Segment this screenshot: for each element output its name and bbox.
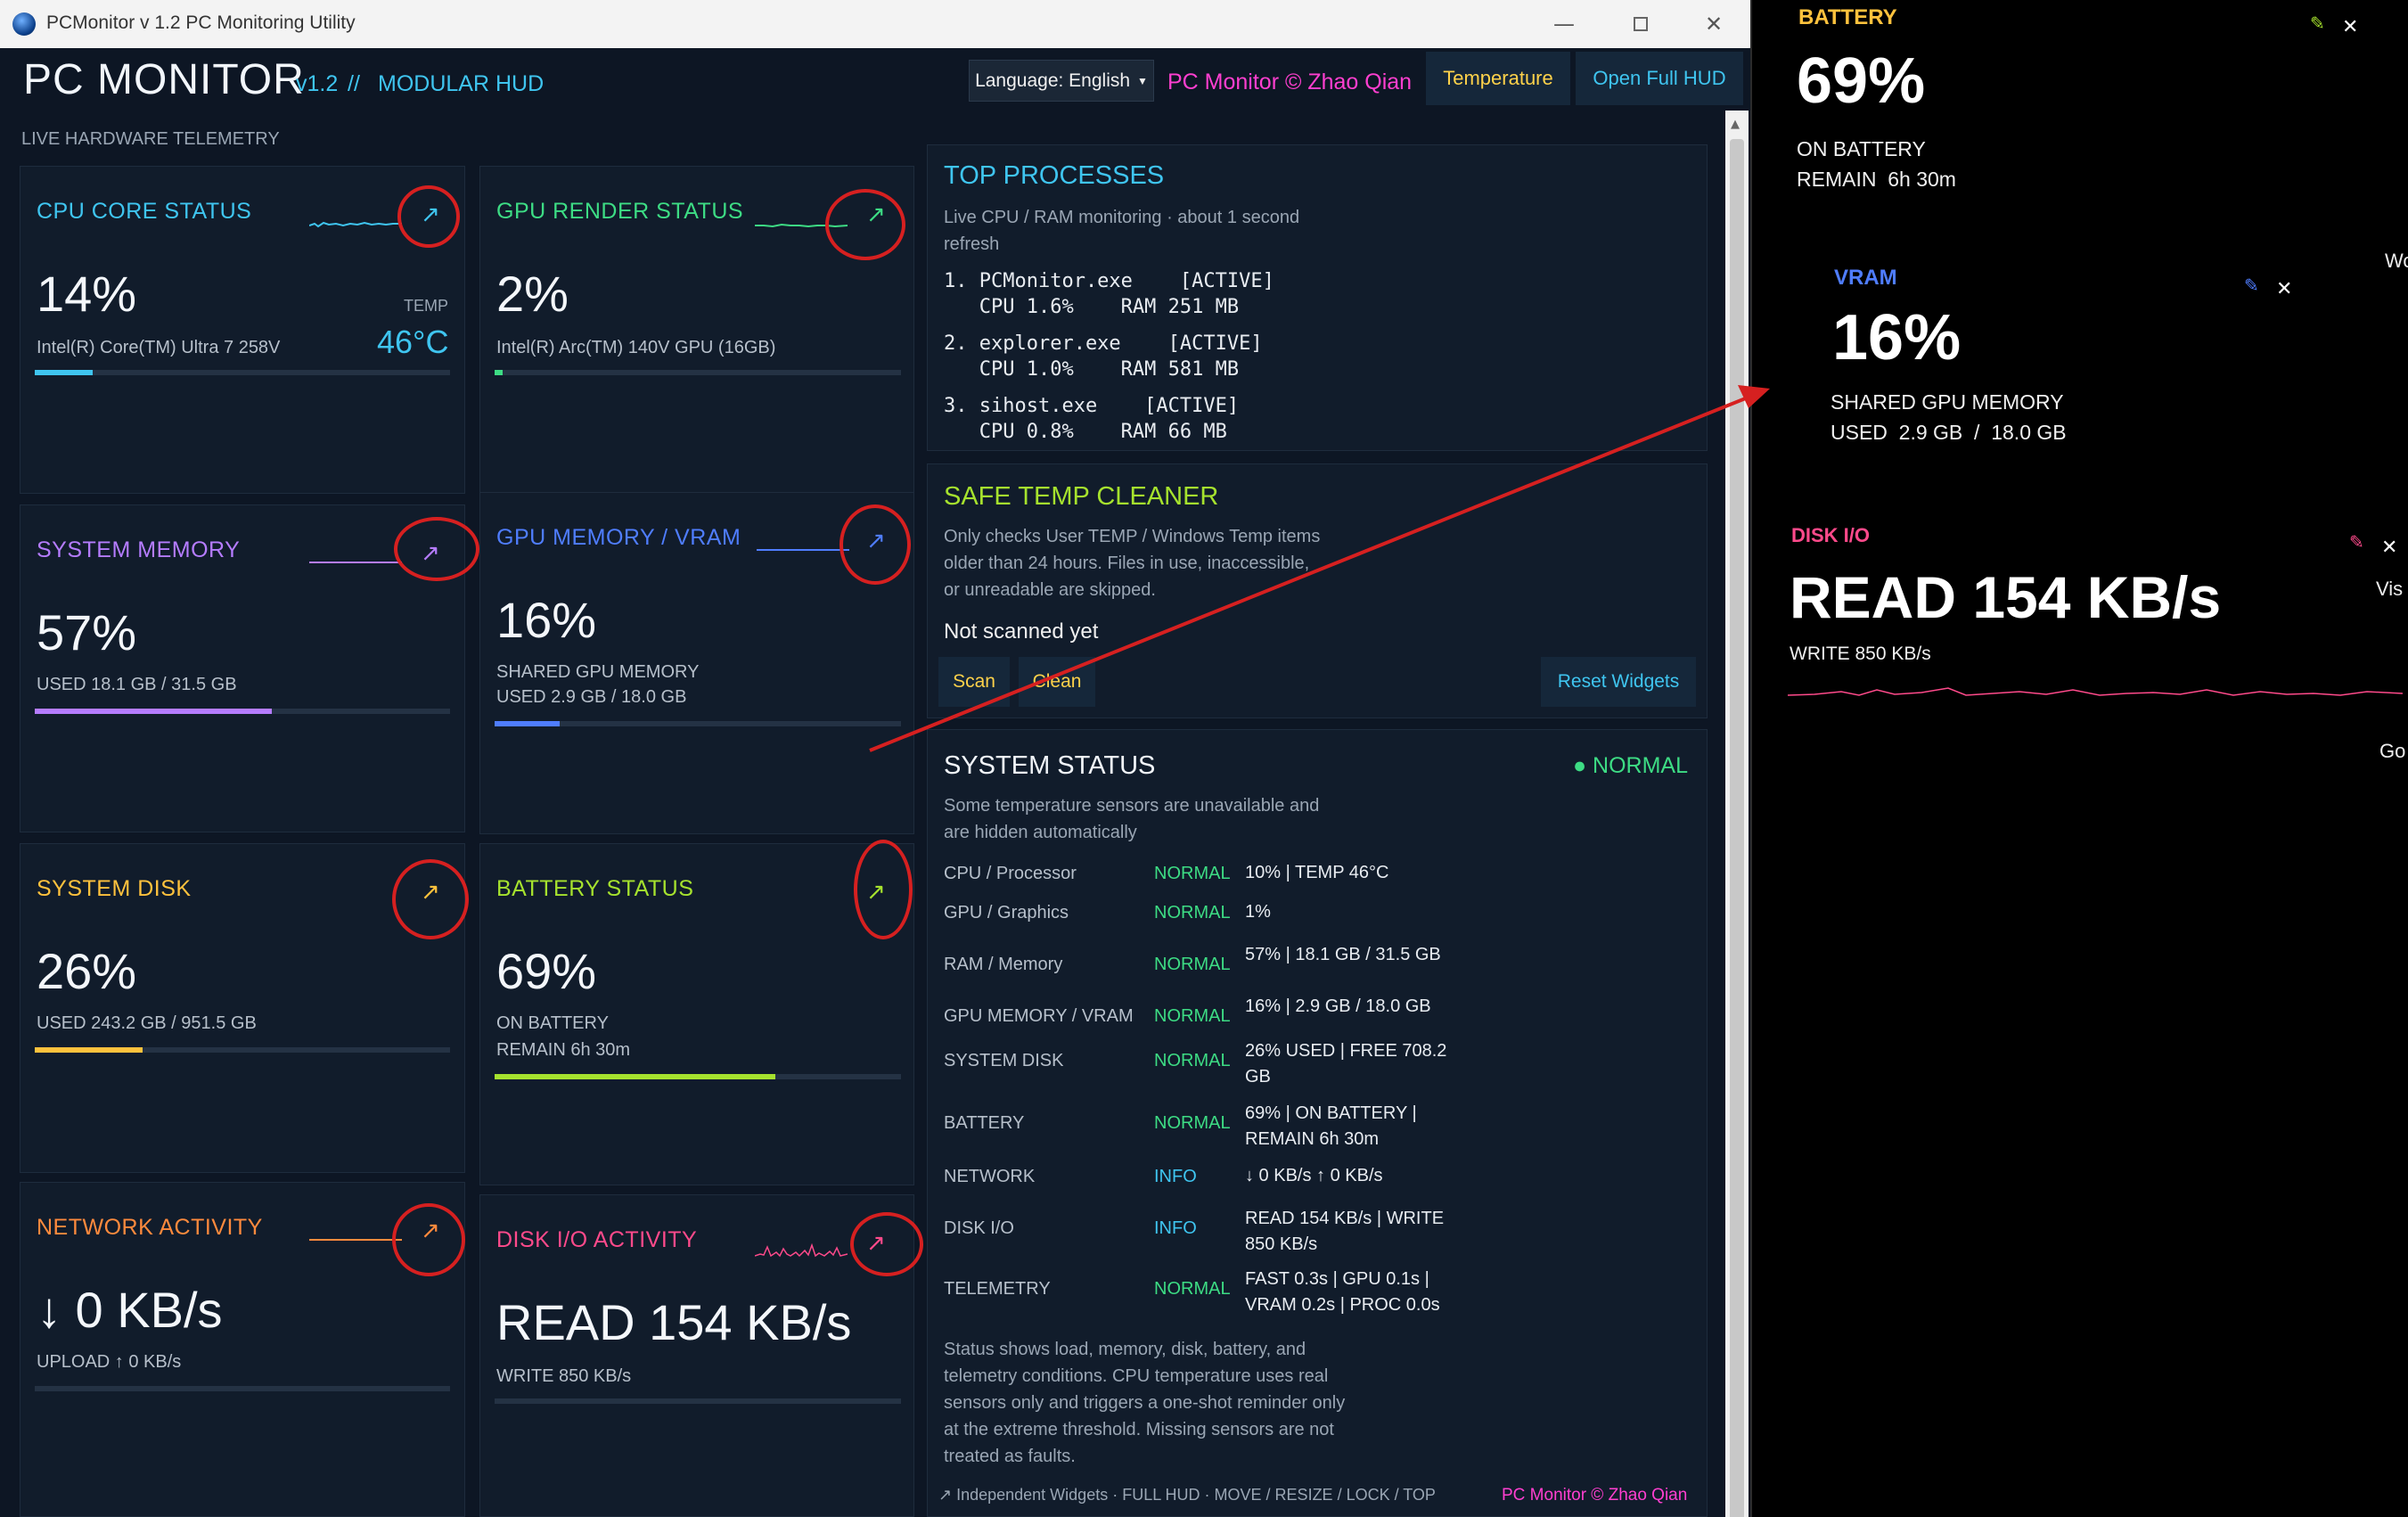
widget-battery-remaining: REMAIN 6h 30m [1797, 168, 1956, 191]
widget-diskio-title: DISK I/O [1791, 524, 1871, 546]
edge-label: Wo [2385, 250, 2408, 272]
widget-diskio-write: WRITE 850 KB/s [1790, 644, 1931, 664]
close-icon[interactable]: ✕ [2276, 278, 2292, 300]
widget-battery-value: 69% [1797, 45, 1926, 117]
annotation-arrow [869, 385, 1770, 752]
pencil-icon[interactable]: ✎ [2244, 275, 2259, 296]
close-icon[interactable]: ✕ [2381, 537, 2397, 559]
edge-label: Vis [2376, 578, 2404, 600]
widget-diskio-sparkline [1788, 687, 2403, 696]
widget-vram-value: 16% [1832, 302, 1962, 373]
widget-battery-title: BATTERY [1798, 5, 1897, 29]
widget-vram-title: VRAM [1834, 266, 1897, 290]
widget-vram-shared: SHARED GPU MEMORY [1831, 390, 2064, 414]
pencil-icon[interactable]: ✎ [2349, 531, 2364, 553]
widget-diskio-value: READ 154 KB/s [1790, 564, 2222, 630]
close-icon[interactable]: ✕ [2342, 16, 2358, 38]
edge-label: Go [2379, 740, 2406, 762]
pencil-icon[interactable]: ✎ [2310, 12, 2325, 34]
widget-vram-used: USED 2.9 GB / 18.0 GB [1831, 421, 2067, 444]
widget-battery-state: ON BATTERY [1797, 137, 1926, 160]
